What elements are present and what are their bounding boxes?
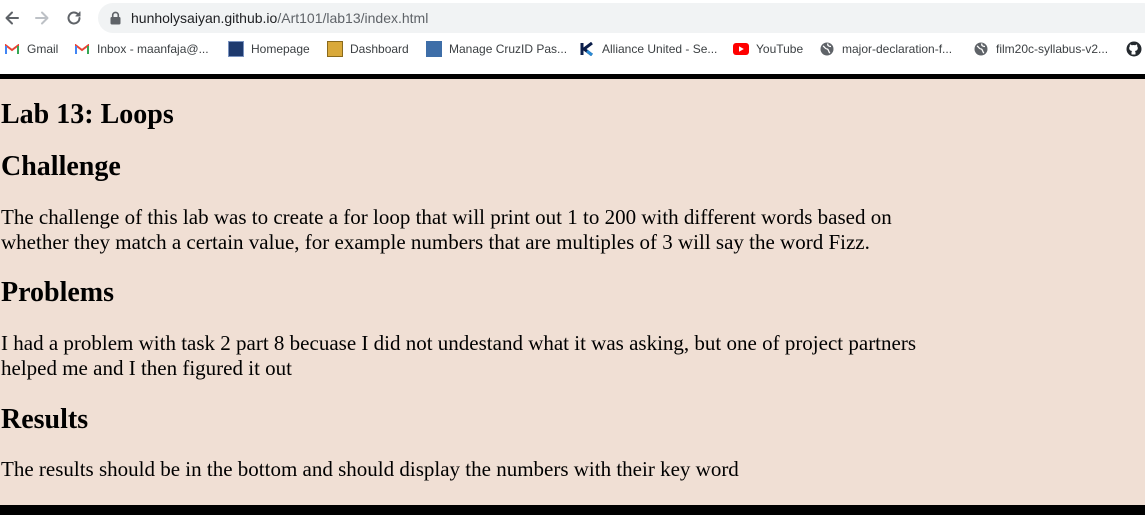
youtube-icon (733, 41, 749, 57)
bookmark-youtube[interactable]: YouTube (733, 40, 803, 58)
back-arrow-icon (5, 11, 19, 25)
page-viewport: Lab 13: Loops Challenge The challenge of… (0, 74, 1145, 515)
bookmark-label: Homepage (251, 42, 310, 56)
bookmark-label: YouTube (756, 42, 804, 56)
ucsc-icon (228, 41, 244, 57)
url-text: hunholysaiyan.github.io/Art101/lab13/ind… (131, 10, 428, 26)
bookmark-label: Manage CruzID Pas... (449, 42, 568, 56)
gmail-icon (4, 41, 20, 57)
reload-icon (67, 11, 81, 25)
bookmark-label: Dashboard (350, 42, 409, 56)
results-area-border (0, 505, 1145, 515)
bookmark-film20c[interactable]: film20c-syllabus-v2... (973, 40, 1108, 58)
section-heading-problems: Problems (1, 277, 115, 308)
github-icon (1126, 41, 1142, 57)
address-bar[interactable]: hunholysaiyan.github.io/Art101/lab13/ind… (98, 3, 1145, 33)
bookmark-alliance[interactable]: Alliance United - Se... (579, 40, 717, 58)
section-heading-results: Results (1, 404, 89, 435)
bookmark-homepage[interactable]: Homepage (228, 40, 310, 58)
gmail-icon (74, 41, 90, 57)
globe-icon (819, 41, 835, 57)
globe-icon (973, 41, 989, 57)
section-text-challenge: The challenge of this lab was to create … (1, 205, 892, 254)
bookmark-github[interactable] (1126, 40, 1145, 58)
bookmark-cruzid[interactable]: Manage CruzID Pas... (426, 40, 567, 58)
bookmark-dashboard[interactable]: Dashboard (327, 40, 409, 58)
page-title: Lab 13: Loops (1, 99, 174, 130)
browser-toolbar: hunholysaiyan.github.io/Art101/lab13/ind… (0, 0, 1145, 36)
section-heading-challenge: Challenge (1, 151, 121, 182)
url-path: /Art101/lab13/index.html (277, 10, 429, 26)
bookmark-label: Inbox - maanfaja@... (97, 42, 209, 56)
bookmark-gmail[interactable]: Gmail (4, 40, 58, 58)
forward-arrow-icon (35, 11, 49, 25)
bookmark-label: major-declaration-f... (842, 42, 953, 56)
reload-button[interactable] (62, 6, 86, 30)
k-icon (579, 41, 595, 57)
bookmark-major-declaration[interactable]: major-declaration-f... (819, 40, 952, 58)
its-icon (426, 41, 442, 57)
ucsc-icon (327, 41, 343, 57)
bookmark-inbox[interactable]: Inbox - maanfaja@... (74, 40, 209, 58)
bookmark-label: Alliance United - Se... (602, 42, 718, 56)
section-text-results: The results should be in the bottom and … (1, 457, 739, 481)
lock-icon (110, 11, 121, 25)
bookmark-label: film20c-syllabus-v2... (996, 42, 1109, 56)
back-button[interactable] (0, 6, 24, 30)
forward-button[interactable] (30, 6, 54, 30)
bookmark-label: Gmail (27, 42, 59, 56)
url-host: hunholysaiyan.github.io (131, 10, 278, 26)
section-text-problems: I had a problem with task 2 part 8 becua… (1, 331, 917, 380)
bookmarks-bar: Gmail Inbox - maanfaja@... Homepage Dash… (0, 37, 1145, 61)
chrome-divider (0, 62, 1145, 74)
